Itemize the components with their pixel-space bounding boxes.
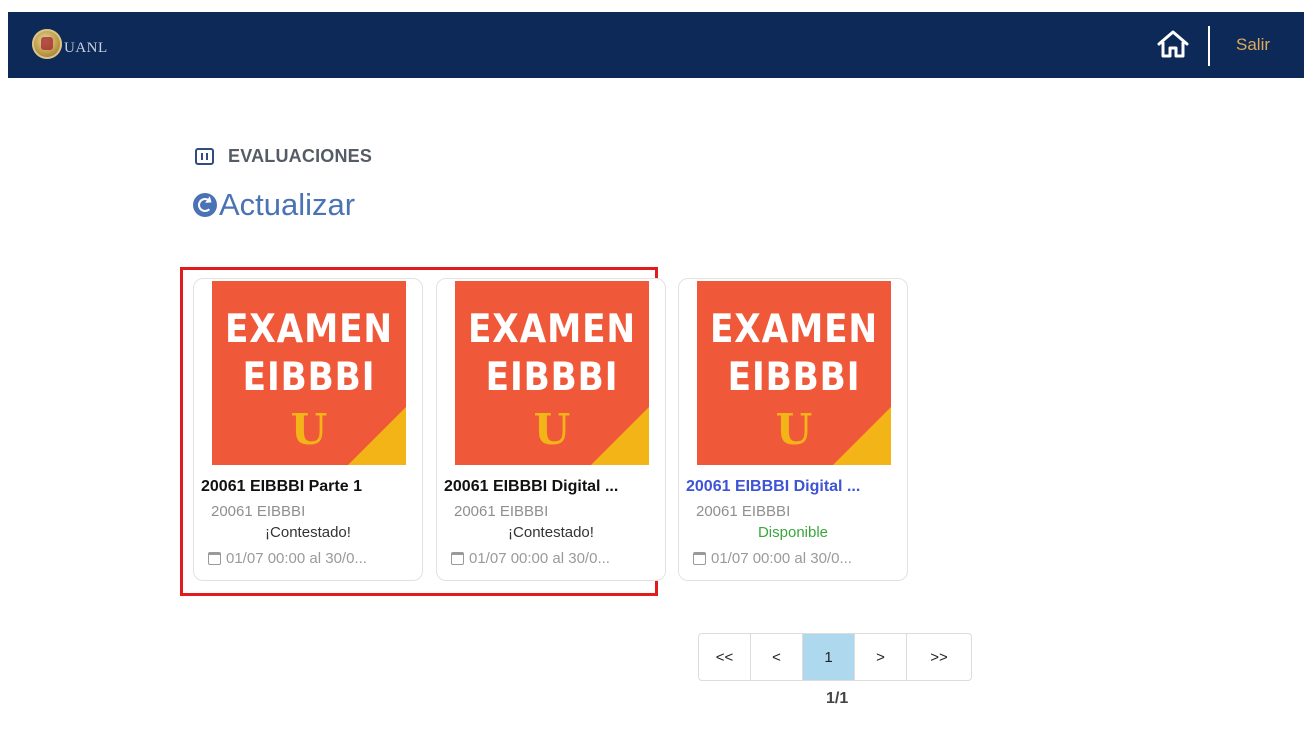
section-title: EVALUACIONES <box>195 146 372 167</box>
calendar-icon <box>208 552 221 565</box>
card-status: Disponible <box>757 524 829 541</box>
uanl-logo[interactable]: UANL <box>32 26 108 62</box>
exam-thumbnail: EXAMEN EIBBBI U <box>212 281 406 465</box>
card-status: ¡Contestado! <box>265 524 351 541</box>
pagination: << < 1 > >> <box>698 633 972 681</box>
card-date-range: 01/07 00:00 al 30/0... <box>693 550 905 567</box>
evaluations-icon <box>195 148 214 165</box>
calendar-icon <box>451 552 464 565</box>
thumbnail-line-1: EXAMEN <box>467 307 637 352</box>
prev-page-button[interactable]: < <box>751 634 803 680</box>
thumbnail-line-1: EXAMEN <box>224 307 394 352</box>
section-title-text: EVALUACIONES <box>228 146 373 166</box>
thumbnail-u-mark: U <box>290 405 328 454</box>
card-date-text: 01/07 00:00 al 30/0... <box>711 550 852 567</box>
logout-link[interactable]: Salir <box>1236 35 1270 55</box>
thumbnail-line-2: EIBBBI <box>485 355 619 400</box>
uanl-seal-icon <box>32 29 62 59</box>
refresh-label: Actualizar <box>219 187 356 222</box>
thumbnail-line-1: EXAMEN <box>709 307 879 352</box>
evaluation-card[interactable]: EXAMEN EIBBBI U 20061 EIBBBI Digital ...… <box>436 278 666 581</box>
card-title-link[interactable]: 20061 EIBBBI Digital ... <box>686 478 902 496</box>
refresh-button[interactable]: Actualizar <box>193 187 355 223</box>
thumbnail-line-2: EIBBBI <box>242 355 376 400</box>
calendar-icon <box>693 552 706 565</box>
card-date-range: 01/07 00:00 al 30/0... <box>451 550 663 567</box>
thumbnail-u-mark: U <box>533 405 571 454</box>
card-subtitle: 20061 EIBBBI <box>696 503 791 520</box>
refresh-icon <box>193 193 217 217</box>
card-title[interactable]: 20061 EIBBBI Parte 1 <box>201 478 417 496</box>
next-page-button[interactable]: > <box>855 634 907 680</box>
card-subtitle: 20061 EIBBBI <box>211 503 306 520</box>
last-page-button[interactable]: >> <box>907 634 971 680</box>
card-date-text: 01/07 00:00 al 30/0... <box>226 550 367 567</box>
page-count: 1/1 <box>826 690 849 707</box>
thumbnail-u-mark: U <box>775 405 813 454</box>
exam-thumbnail: EXAMEN EIBBBI U <box>455 281 649 465</box>
evaluation-card[interactable]: EXAMEN EIBBBI U 20061 EIBBBI Digital ...… <box>678 278 908 581</box>
card-subtitle: 20061 EIBBBI <box>454 503 549 520</box>
card-date-text: 01/07 00:00 al 30/0... <box>469 550 610 567</box>
evaluation-card[interactable]: EXAMEN EIBBBI U 20061 EIBBBI Parte 1 200… <box>193 278 423 581</box>
thumbnail-line-2: EIBBBI <box>727 355 861 400</box>
card-date-range: 01/07 00:00 al 30/0... <box>208 550 420 567</box>
exam-thumbnail: EXAMEN EIBBBI U <box>697 281 891 465</box>
top-navbar: UANL Salir <box>8 12 1304 78</box>
card-title[interactable]: 20061 EIBBBI Digital ... <box>444 478 660 496</box>
card-status: ¡Contestado! <box>508 524 594 541</box>
home-icon[interactable] <box>1156 28 1190 60</box>
page-1-button[interactable]: 1 <box>803 634 855 680</box>
first-page-button[interactable]: << <box>699 634 751 680</box>
logo-text: UANL <box>64 39 108 56</box>
nav-divider <box>1208 26 1210 66</box>
